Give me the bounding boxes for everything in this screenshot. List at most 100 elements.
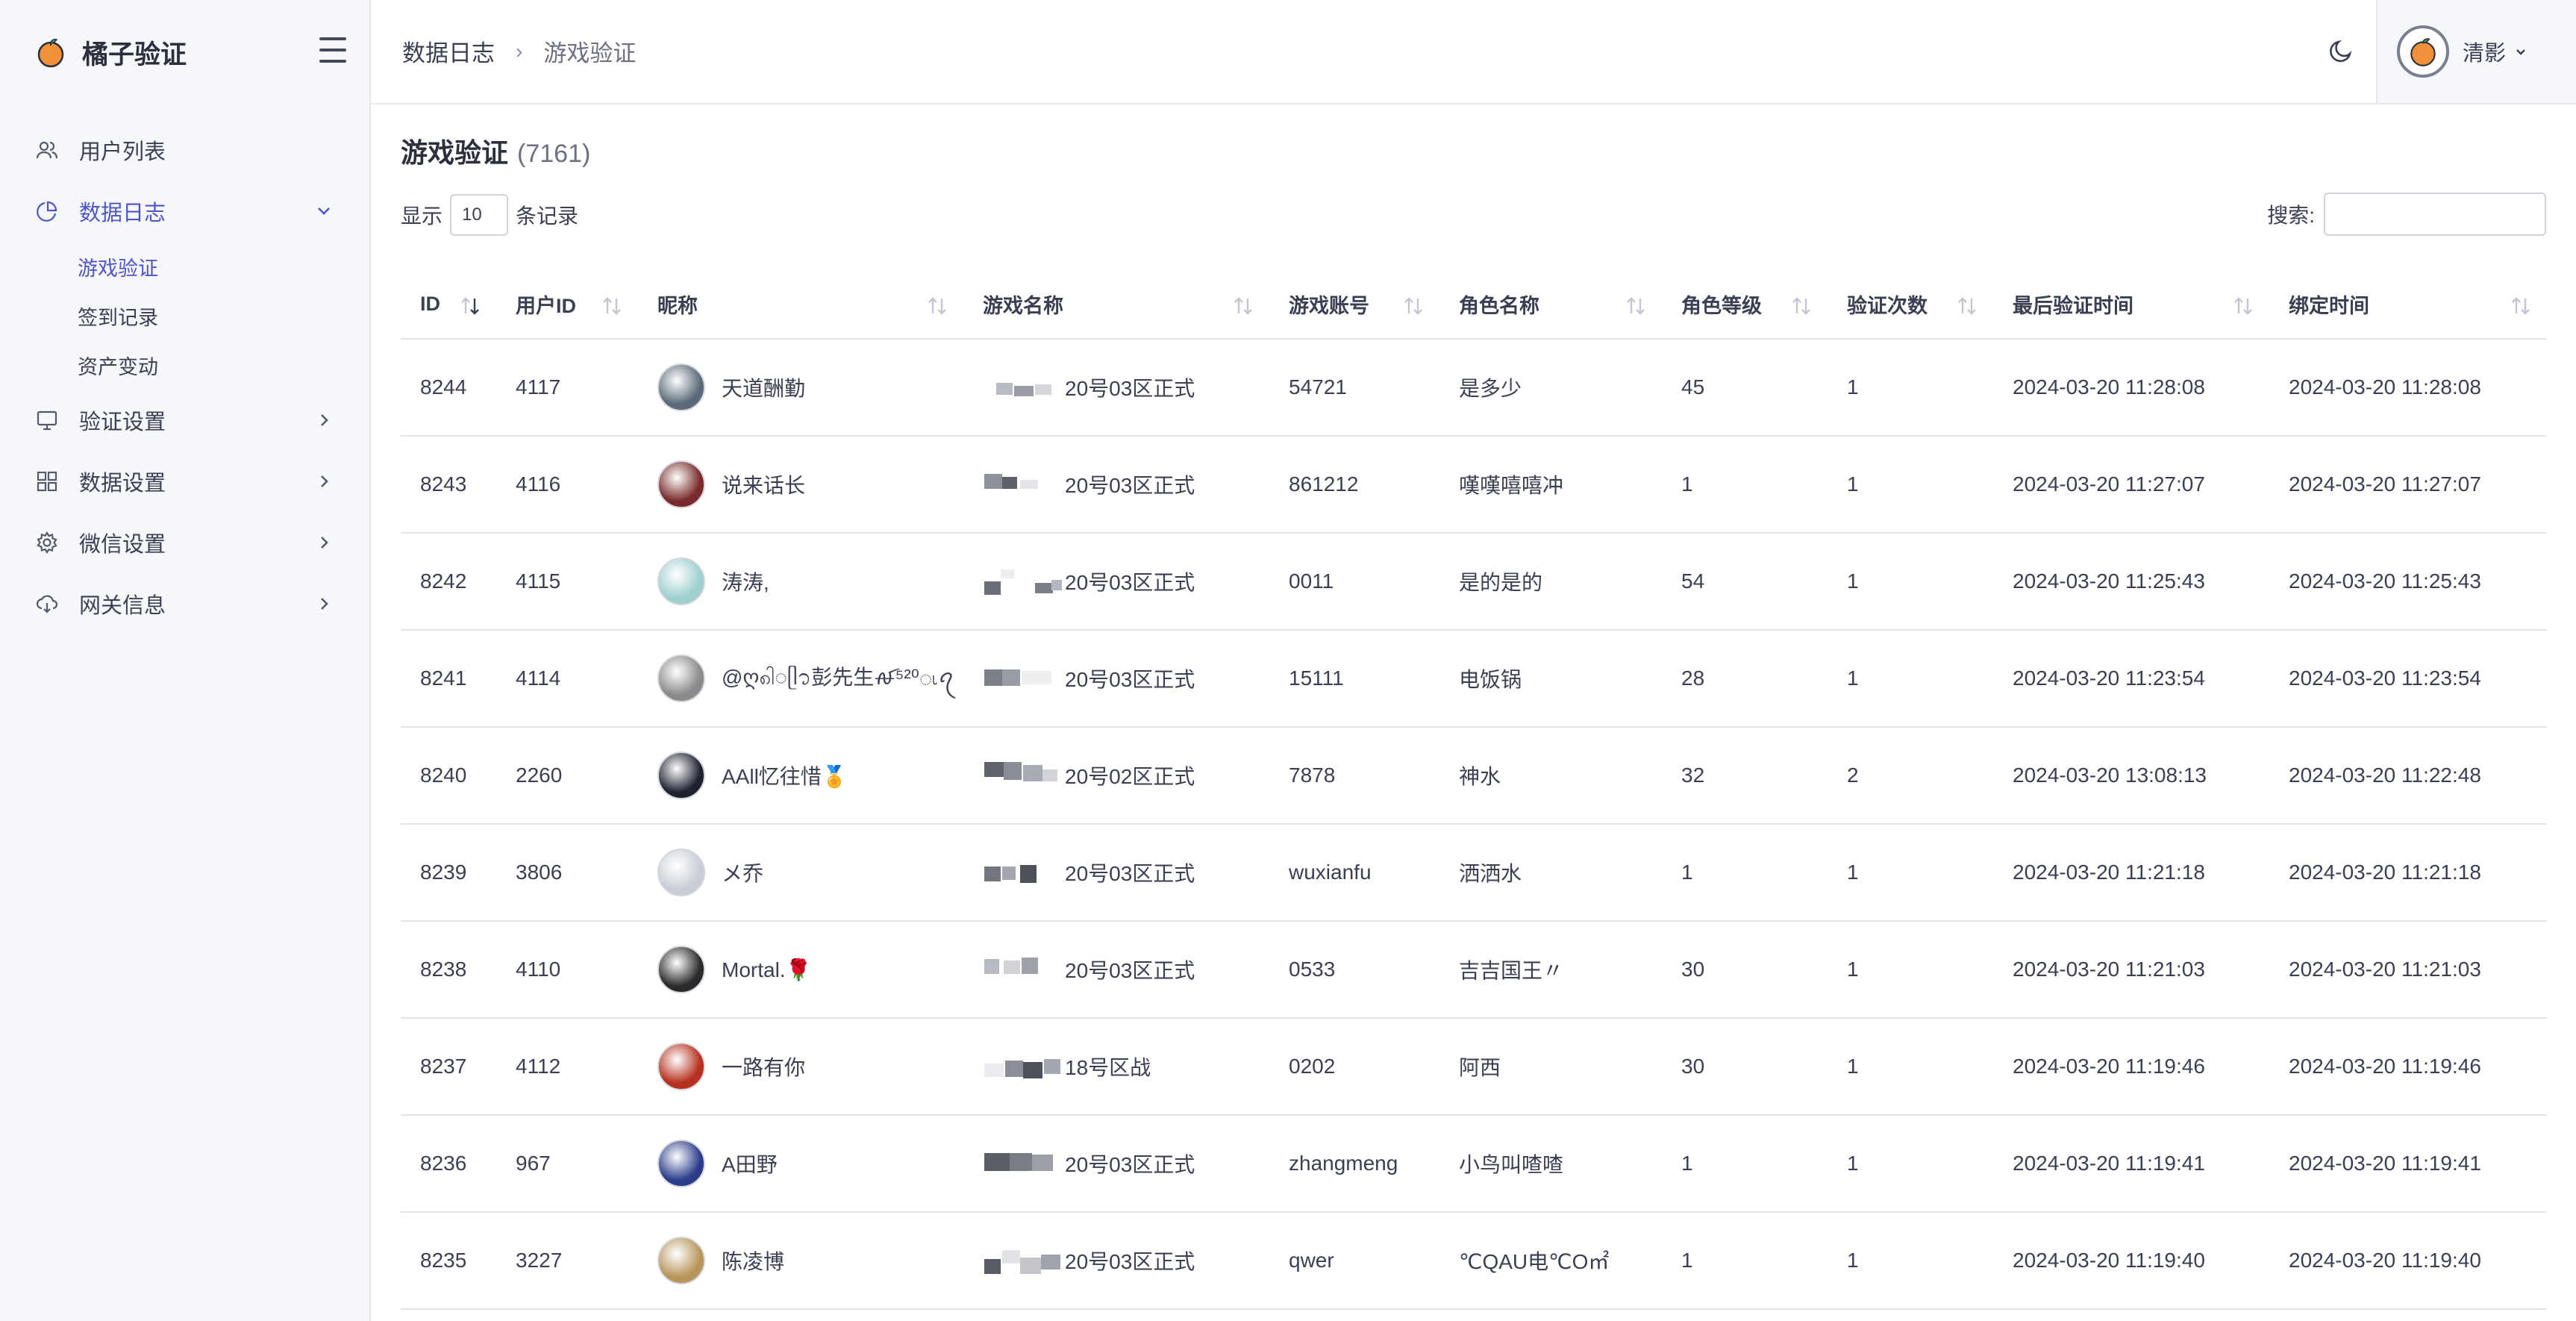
chevron-right-icon: [321, 414, 328, 426]
table-row[interactable]: 8239 3806 メ乔 20号03区正式 wuxianfu 洒洒水 1 1 2024-03-2…: [401, 824, 2547, 921]
sidebar-subitem-game-verify[interactable]: 游戏验证: [0, 242, 371, 291]
cell-role-level: 1: [1681, 861, 1693, 884]
redacted-mosaic: [983, 762, 1065, 789]
moon-icon[interactable]: [2326, 36, 2356, 66]
cell-game-account: wuxianfu: [1289, 861, 1372, 884]
menu-toggle-icon[interactable]: [319, 37, 346, 63]
cell-nickname: 说来话长: [638, 436, 963, 533]
chevron-right-icon: [321, 537, 328, 549]
sidebar-item-logs[interactable]: 数据日志: [0, 181, 371, 242]
column-header-label: 用户ID: [516, 295, 576, 317]
cell-role-level: 30: [1681, 958, 1705, 981]
sidebar-item-users[interactable]: 用户列表: [0, 119, 371, 181]
redacted-mosaic: [983, 1150, 1065, 1177]
cell-user-id: 4116: [516, 472, 561, 496]
avatar: [657, 655, 705, 702]
cell-id: 8243: [420, 472, 467, 496]
cell-user-id: 4110: [516, 958, 561, 981]
cell-game-name: 20号03区正式: [963, 1212, 1269, 1309]
main-content: 游戏验证 (7161) 显示 条记录 搜索: ID 用户ID 昵称 游戏名称 游戏账号 角色…: [371, 104, 2576, 1321]
game-name-text: 20号03区正式: [1065, 571, 1195, 594]
table-row[interactable]: 8235 3227 陈凌博 20号03区正式 qwer ℃QAU电℃O㎡ 1 1 2024-03…: [401, 1212, 2547, 1309]
table-row[interactable]: 8243 4116 说来话长 20号03区正式 861212 嘆嘆嘻嘻冲 1 1 2024-03…: [401, 436, 2547, 533]
page-size-input[interactable]: [450, 194, 509, 236]
sidebar-item-verify-settings[interactable]: 验证设置: [0, 390, 371, 451]
sidebar-item-gateway[interactable]: 网关信息: [0, 573, 371, 634]
cell-nickname: 陈凌博: [638, 1212, 963, 1309]
table-row[interactable]: 8244 4117 天道酬勤 20号03区正式 54721 是多少 45 1 2024-03-2…: [401, 339, 2547, 436]
topbar: 数据日志 › 游戏验证 清影: [371, 0, 2576, 104]
table-row[interactable]: 8237 4112 一路有你 18号区战 0202 阿西 30 1 2024-03-20 11:…: [401, 1018, 2547, 1115]
sidebar-item-wechat-settings[interactable]: 微信设置: [0, 512, 371, 573]
sidebar-item-label: 用户列表: [79, 140, 166, 164]
search-input[interactable]: [2324, 193, 2546, 236]
sidebar-item-label: 数据设置: [79, 472, 166, 496]
breadcrumb-item[interactable]: 数据日志: [402, 34, 495, 68]
column-header[interactable]: 昵称: [638, 270, 963, 339]
cell-id: 8239: [420, 861, 467, 884]
sidebar-item-data-settings[interactable]: 数据设置: [0, 451, 371, 512]
sidebar-subitem-assets[interactable]: 资产变动: [0, 340, 371, 390]
redacted-mosaic: [983, 1247, 1065, 1274]
cell-bind-time: 2024-03-20 11:19:40: [2289, 1249, 2481, 1272]
column-header-label: 绑定时间: [2289, 295, 2369, 317]
page-title-text: 游戏验证: [401, 137, 509, 168]
column-header[interactable]: ID: [401, 270, 496, 339]
cell-user-id: 967: [516, 1152, 551, 1175]
sort-icon: [1234, 297, 1252, 315]
cell-user-id: 4117: [516, 375, 561, 399]
length-prefix: 显示: [401, 204, 443, 228]
cell-verify-count: 1: [1847, 666, 1859, 690]
table-body: 8244 4117 天道酬勤 20号03区正式 54721 是多少 45 1 2024-03-2…: [401, 339, 2547, 1309]
table-row[interactable]: 8242 4115 涛涛, 20号03区正式 0011 是的是的 54 1 2024-03-20…: [401, 533, 2547, 630]
cell-bind-time: 2024-03-20 11:23:54: [2289, 666, 2481, 690]
redacted-mosaic: [983, 471, 1065, 498]
cell-role-level: 1: [1681, 472, 1693, 496]
cell-game-account: qwer: [1289, 1249, 1334, 1272]
column-header[interactable]: 验证次数: [1828, 270, 1993, 339]
cell-game-name: 20号03区正式: [963, 1115, 1269, 1212]
column-header[interactable]: 游戏名称: [963, 270, 1269, 339]
column-header[interactable]: 游戏账号: [1269, 270, 1439, 339]
column-header[interactable]: 绑定时间: [2269, 270, 2547, 339]
game-name-text: 20号03区正式: [1065, 862, 1195, 885]
column-header[interactable]: 最后验证时间: [1993, 270, 2269, 339]
avatar: [657, 946, 705, 993]
table-row[interactable]: 8241 4114 @ღ၈ါ◌ᥫ᭡彭先生ꫛ⁵²⁰ၬꪖ 20号03区正式 15111 电饭锅…: [401, 630, 2547, 727]
avatar: [657, 849, 705, 896]
cell-nickname: A田野: [638, 1115, 963, 1212]
cell-verify-count: 1: [1847, 472, 1859, 496]
cell-role-name: 嘆嘆嘻嘻冲: [1459, 474, 1564, 497]
column-header-label: 验证次数: [1847, 295, 1928, 317]
cloud-download-icon: [34, 591, 60, 616]
cell-nickname: Mortal.🌹: [638, 921, 963, 1018]
table-row[interactable]: 8240 2260 AAll忆往惜🏅 20号02区正式 7878 神水 32 2 2024-03…: [401, 727, 2547, 824]
avatar: [657, 1043, 705, 1090]
cell-id: 8236: [420, 1152, 467, 1175]
sidebar-nav: 用户列表 数据日志 游戏验证 签到记录 资产变动 验证设置 数据设置 微信设置 …: [0, 119, 371, 634]
cell-bind-time: 2024-03-20 11:22:48: [2289, 763, 2481, 787]
column-header[interactable]: 角色等级: [1662, 270, 1828, 339]
game-name-text: 20号03区正式: [1065, 474, 1195, 497]
column-header[interactable]: 角色名称: [1439, 270, 1662, 339]
table-row[interactable]: 8238 4110 Mortal.🌹 20号03区正式 0533 吉吉国王〃 30 1 2024…: [401, 921, 2547, 1018]
data-table: ID 用户ID 昵称 游戏名称 游戏账号 角色名称 角色等级 验证次数 最后验证时间 绑定时间 8…: [401, 270, 2547, 1310]
redacted-mosaic: [983, 568, 1065, 595]
table-row[interactable]: 8236 967 A田野 20号03区正式 zhangmeng 小鸟叫喳喳 1 1 2024-0…: [401, 1115, 2547, 1212]
column-header-label: 游戏账号: [1289, 295, 1369, 317]
cell-user-id: 3227: [516, 1249, 563, 1272]
cell-game-name: 20号03区正式: [963, 824, 1269, 921]
game-name-text: 20号03区正式: [1065, 1153, 1195, 1176]
sidebar-subitem-checkin[interactable]: 签到记录: [0, 291, 371, 340]
cell-verify-count: 2: [1847, 763, 1859, 787]
cell-role-level: 28: [1681, 666, 1705, 690]
column-header[interactable]: 用户ID: [496, 270, 638, 339]
user-menu[interactable]: 清影: [2376, 0, 2576, 103]
cell-role-name: 小鸟叫喳喳: [1459, 1153, 1564, 1176]
length-suffix: 条记录: [516, 204, 579, 228]
cell-id: 8237: [420, 1055, 467, 1078]
chevron-right-icon: ›: [516, 39, 523, 63]
cell-last-verify-time: 2024-03-20 11:19:40: [2013, 1249, 2205, 1272]
brand[interactable]: 橘子验证: [34, 30, 187, 75]
cell-bind-time: 2024-03-20 11:21:18: [2289, 861, 2481, 884]
